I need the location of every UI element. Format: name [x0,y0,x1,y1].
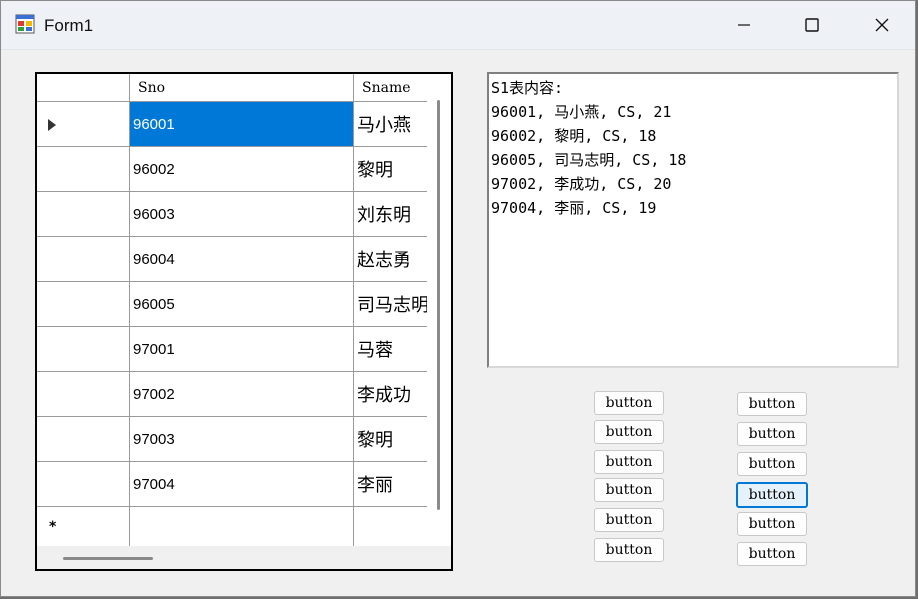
output-line: 97002, 李成功, CS, 20 [491,175,672,193]
row-header[interactable]: * [37,507,129,546]
cell-sno[interactable]: 96003 [129,192,354,236]
cell-sno[interactable]: 96005 [129,282,354,326]
button-left-4[interactable]: button [594,478,664,502]
cell-sname[interactable]: 赵志勇 [354,237,427,281]
cell-sname[interactable]: 马小燕 [354,102,427,146]
row-header[interactable] [37,282,129,326]
output-line: 97004, 李丽, CS, 19 [491,199,657,217]
cell-sname[interactable]: 刘东明 [354,192,427,236]
row-header[interactable] [37,102,129,146]
button-left-5[interactable]: button [594,508,664,532]
table-row[interactable]: 96001 马小燕 [37,102,427,147]
table-row[interactable]: 97001 马蓉 [37,327,427,372]
row-header[interactable] [37,237,129,281]
table-row[interactable]: 97002 李成功 [37,372,427,417]
row-header-corner[interactable] [37,74,129,102]
button-left-3[interactable]: button [594,450,664,474]
minimize-icon [738,24,750,26]
close-icon [875,18,889,32]
data-grid-view[interactable]: Sno Sname 96001 马小燕 96002 黎明 96003 刘东明 9… [35,72,453,571]
button-right-6[interactable]: button [737,542,807,566]
maximize-icon [805,18,819,32]
cell-sno[interactable]: 96001 [129,102,354,146]
output-line: 96001, 马小燕, CS, 21 [491,103,672,121]
cell-sname[interactable]: 李成功 [354,372,427,416]
cell-sno[interactable]: 97002 [129,372,354,416]
column-header-sno[interactable]: Sno [129,74,354,102]
row-header[interactable] [37,192,129,236]
table-row[interactable]: 96002 黎明 [37,147,427,192]
arrow-right-icon [48,119,56,131]
table-row[interactable]: 97004 李丽 [37,462,427,507]
form-window: Form1 Sno Sname 96001 马小燕 96002 黎明 96003… [0,0,916,597]
row-header[interactable] [37,372,129,416]
button-right-2[interactable]: button [737,422,807,446]
table-row[interactable]: 96005 司马志明 [37,282,427,327]
cell-sno[interactable]: 97003 [129,417,354,461]
horizontal-scroll-thumb[interactable] [63,557,153,560]
row-header[interactable] [37,147,129,191]
close-button[interactable] [849,1,915,49]
cell-sname[interactable]: 黎明 [354,147,427,191]
column-header-sno-label: Sno [138,79,166,96]
output-line: 96002, 黎明, CS, 18 [491,127,657,145]
row-header[interactable] [37,417,129,461]
minimize-button[interactable] [711,1,777,49]
cell-sname[interactable]: 马蓉 [354,327,427,371]
table-row[interactable]: 97003 黎明 [37,417,427,462]
button-left-2[interactable]: button [594,420,664,444]
row-header[interactable] [37,462,129,506]
vertical-scroll-thumb[interactable] [437,100,440,510]
button-right-5[interactable]: button [737,512,807,536]
output-line: 96005, 司马志明, CS, 18 [491,151,687,169]
cell-sno[interactable]: 96002 [129,147,354,191]
app-icon [15,14,35,34]
new-row-marker: * [49,519,57,535]
table-row[interactable]: 96003 刘东明 [37,192,427,237]
window-title: Form1 [44,16,94,35]
table-row[interactable]: 96004 赵志勇 [37,237,427,282]
title-bar[interactable]: Form1 [1,1,915,50]
cell-sname[interactable]: 李丽 [354,462,427,506]
cell-sno[interactable] [129,507,354,546]
cell-sno[interactable]: 97001 [129,327,354,371]
button-right-1[interactable]: button [737,392,807,416]
button-right-3[interactable]: button [737,452,807,476]
cell-sname[interactable] [354,507,427,546]
maximize-button[interactable] [779,1,845,49]
new-row[interactable]: * [37,507,427,546]
row-header[interactable] [37,327,129,371]
cell-sno[interactable]: 97004 [129,462,354,506]
column-header-sname-label: Sname [362,79,411,96]
output-textbox[interactable]: S1表内容: 96001, 马小燕, CS, 21 96002, 黎明, CS,… [487,72,899,368]
cell-sname[interactable]: 黎明 [354,417,427,461]
vertical-scrollbar[interactable] [427,74,451,546]
cell-sno[interactable]: 96004 [129,237,354,281]
cell-sname[interactable]: 司马志明 [354,282,427,326]
column-header-sname[interactable]: Sname [354,74,427,102]
horizontal-scrollbar[interactable] [37,546,451,569]
button-left-1[interactable]: button [594,391,664,415]
output-line: S1表内容: [491,79,564,97]
button-left-6[interactable]: button [594,538,664,562]
button-right-4[interactable]: button [736,482,808,508]
